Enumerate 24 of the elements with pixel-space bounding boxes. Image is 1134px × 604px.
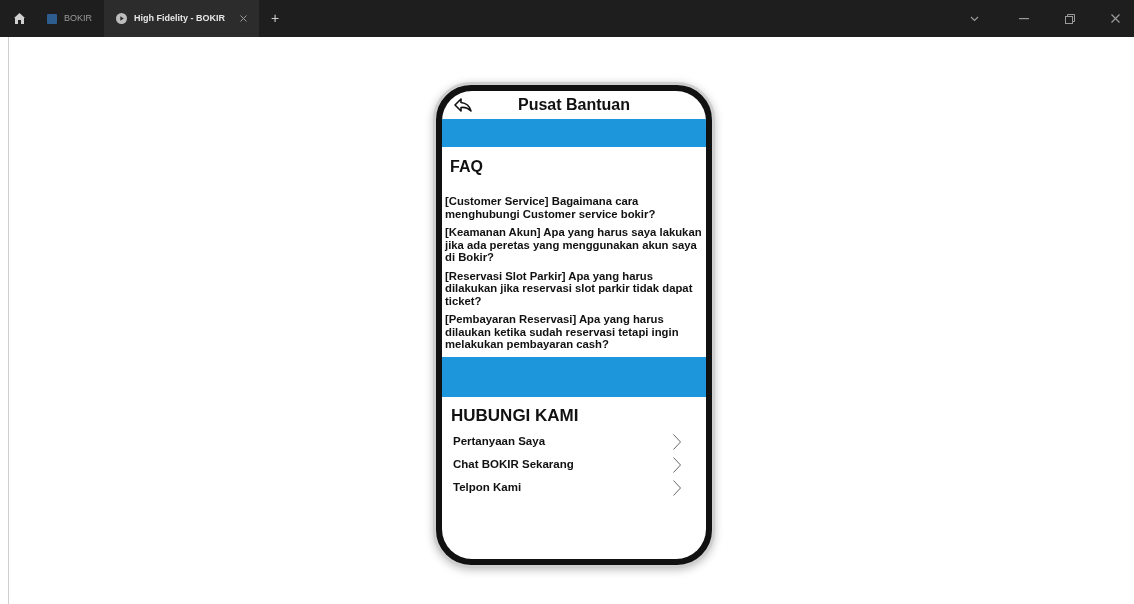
chevron-down-icon[interactable] — [970, 15, 979, 22]
faq-question[interactable]: [Reservasi Slot Parkir] Apa yang harus dilakukan jika reservasi slot parkir tidak dapat ticket? — [445, 269, 702, 307]
contact-option[interactable]: Pertanyaan Saya — [453, 433, 546, 451]
browser-tab[interactable]: High Fidelity - BOKIR — [104, 0, 259, 37]
close-icon[interactable] — [240, 15, 247, 22]
chevron-right-icon[interactable] — [673, 434, 681, 450]
faq-question[interactable]: [Pembayaran Reservasi] Apa yang harus dilaukan ketika sudah reservasi tetapi ingin melakukan pembayaran cash? — [445, 313, 702, 351]
close-icon[interactable] — [1111, 14, 1120, 23]
minimize-icon[interactable] — [1019, 17, 1029, 20]
new-tab-button[interactable]: + — [259, 8, 292, 29]
faq-question[interactable]: [Keamanan Akun] Apa yang harus saya lakukan jika ada peretas yang menggunakan akun saya di Bokir? — [445, 226, 702, 264]
home-icon[interactable] — [14, 13, 25, 24]
faq-heading: FAQ — [449, 157, 484, 177]
contact-option[interactable]: Chat BOKIR Sekarang — [453, 456, 574, 474]
contact-heading: HUBUNGI KAMI — [450, 404, 580, 427]
screen-title: Pusat Bantuan — [517, 95, 631, 115]
back-arrow-icon[interactable] — [454, 97, 472, 113]
chevron-right-icon[interactable] — [673, 480, 681, 496]
faq-question[interactable]: [Customer Service] Bagaimana cara menghubungi Customer service bokir? — [445, 195, 702, 220]
file-icon — [47, 13, 57, 24]
play-icon — [116, 13, 127, 24]
chevron-right-icon[interactable] — [673, 457, 681, 473]
contact-option[interactable]: Telpon Kami — [453, 479, 522, 497]
restore-icon[interactable] — [1065, 13, 1075, 24]
